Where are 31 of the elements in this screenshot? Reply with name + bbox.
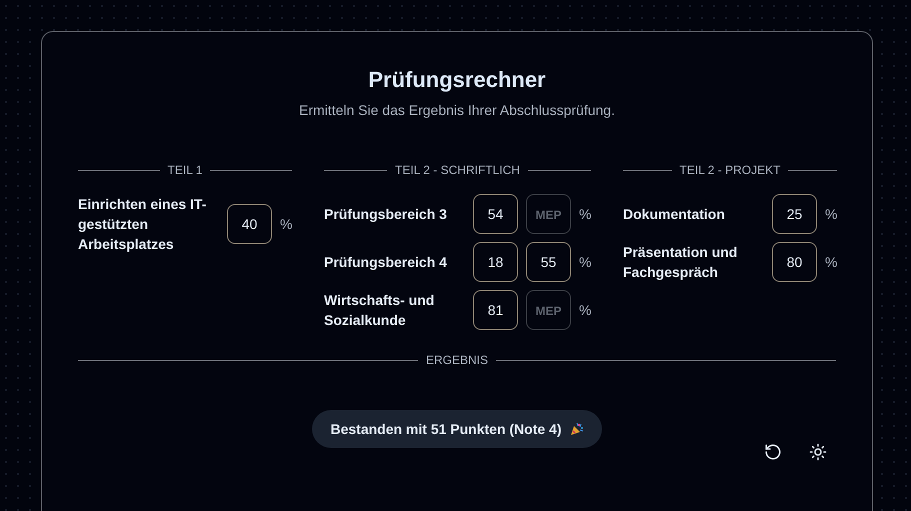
percent-unit: % bbox=[280, 215, 292, 234]
score-input[interactable]: 81 bbox=[473, 290, 518, 330]
percent-unit: % bbox=[579, 205, 591, 224]
percent-unit: % bbox=[579, 253, 591, 272]
score-input[interactable]: 55 bbox=[526, 242, 571, 282]
section-heading: ERGEBNIS bbox=[426, 352, 488, 368]
section-heading: TEIL 1 bbox=[168, 162, 202, 178]
score-input[interactable]: 40 bbox=[227, 204, 272, 244]
reset-icon bbox=[764, 443, 782, 461]
score-input[interactable]: MEP bbox=[526, 290, 571, 330]
page-subtitle: Ermitteln Sie das Ergebnis Ihrer Abschlussprüfung. bbox=[298, 101, 616, 120]
field-label: Dokumentation bbox=[623, 205, 726, 224]
field-label: Prüfungsbereich 3 bbox=[324, 205, 448, 224]
field-label: Prüfungsbereich 4 bbox=[324, 253, 448, 272]
percent-unit: % bbox=[825, 253, 837, 272]
section-heading: TEIL 2 - PROJEKT bbox=[680, 162, 780, 178]
score-input[interactable]: 25 bbox=[772, 194, 817, 234]
score-input[interactable]: 18 bbox=[473, 242, 518, 282]
score-input[interactable]: 54 bbox=[473, 194, 518, 234]
party-popper-icon bbox=[570, 422, 584, 436]
field-label: Wirtschafts- und Sozialkunde bbox=[324, 291, 436, 330]
sun-icon bbox=[809, 443, 827, 461]
percent-unit: % bbox=[825, 205, 837, 224]
percent-unit: % bbox=[579, 301, 591, 320]
section-heading: TEIL 2 - SCHRIFTLICH bbox=[395, 162, 520, 178]
field-label: Einrichten eines IT-gestützten Arbeitsplatzes bbox=[78, 195, 208, 254]
field-label: Präsentation und Fachgespräch bbox=[623, 243, 738, 282]
page-title: Prüfungsrechner bbox=[367, 66, 547, 94]
score-input[interactable]: MEP bbox=[526, 194, 571, 234]
score-input[interactable]: 80 bbox=[772, 242, 817, 282]
result-text: Bestanden mit 51 Punkten (Note 4) bbox=[330, 420, 562, 439]
